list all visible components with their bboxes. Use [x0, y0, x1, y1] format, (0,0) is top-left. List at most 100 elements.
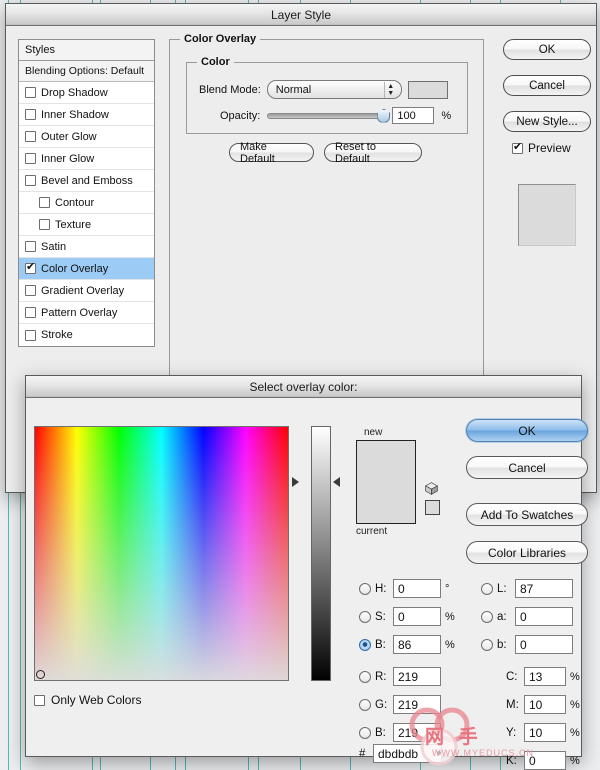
- blend-mode-select[interactable]: Normal ▲ ▼: [266, 80, 402, 99]
- value-l: 87: [520, 581, 534, 596]
- color-field-cursor[interactable]: [36, 670, 45, 679]
- color-field-row-h[interactable]: H: 0 °: [359, 579, 455, 598]
- radio-r[interactable]: [359, 670, 371, 683]
- radio-b[interactable]: [359, 726, 371, 739]
- style-row-texture[interactable]: Texture: [19, 214, 154, 236]
- unit-y: %: [570, 726, 580, 739]
- input-h[interactable]: 0: [393, 579, 441, 598]
- stepper-arrows-icon[interactable]: ▲ ▼: [383, 82, 397, 98]
- style-checkbox[interactable]: [25, 261, 36, 274]
- style-row-inner-glow[interactable]: Inner Glow: [19, 148, 154, 170]
- overlay-color-swatch[interactable]: [407, 80, 448, 99]
- style-row-satin[interactable]: Satin: [19, 236, 154, 258]
- style-row-bevel-and-emboss[interactable]: Bevel and Emboss: [19, 170, 154, 192]
- input-a[interactable]: 0: [515, 607, 573, 626]
- color-field-row-c[interactable]: C: 13%: [490, 667, 580, 686]
- make-default-button[interactable]: Make Default: [229, 141, 314, 165]
- style-checkbox[interactable]: [25, 307, 36, 318]
- style-checkbox[interactable]: [25, 109, 36, 120]
- radio-b[interactable]: [359, 638, 371, 651]
- color-legend: Color: [197, 56, 234, 68]
- layer-style-titlebar[interactable]: Layer Style: [6, 4, 596, 26]
- color-field-row-y[interactable]: Y: 10%: [490, 723, 580, 742]
- blend-mode-label: Blend Mode:: [199, 83, 261, 96]
- style-row-inner-shadow[interactable]: Inner Shadow: [19, 104, 154, 126]
- picker-ok-button[interactable]: OK: [466, 419, 588, 442]
- color-picker-titlebar[interactable]: Select overlay color:: [26, 376, 581, 398]
- opacity-slider[interactable]: [267, 108, 391, 123]
- label-s: S:: [375, 610, 386, 623]
- style-checkbox[interactable]: [25, 329, 36, 341]
- color-overlay-legend: Color Overlay: [180, 33, 261, 45]
- layer-style-ok-button[interactable]: OK: [503, 39, 591, 60]
- add-to-swatches-button[interactable]: Add To Swatches: [466, 503, 588, 526]
- unit-c: %: [570, 670, 580, 683]
- color-field[interactable]: [34, 426, 289, 681]
- style-row-gradient-overlay[interactable]: Gradient Overlay: [19, 280, 154, 302]
- radio-b[interactable]: [481, 638, 493, 651]
- radio-h[interactable]: [359, 582, 371, 595]
- style-row-color-overlay[interactable]: Color Overlay: [19, 258, 154, 280]
- blending-options-row[interactable]: Blending Options: Default: [19, 61, 154, 82]
- hex-prefix: #: [359, 747, 366, 760]
- style-checkbox[interactable]: [25, 241, 36, 252]
- radio-a[interactable]: [481, 610, 493, 623]
- input-r[interactable]: 219: [393, 667, 441, 686]
- style-row-pattern-overlay[interactable]: Pattern Overlay: [19, 302, 154, 324]
- style-row-stroke[interactable]: Stroke: [19, 324, 154, 346]
- radio-l[interactable]: [481, 582, 493, 595]
- style-row-label: Outer Glow: [41, 130, 97, 143]
- new-current-swatch[interactable]: [356, 440, 416, 524]
- style-row-drop-shadow[interactable]: Drop Shadow: [19, 82, 154, 104]
- picker-cancel-button[interactable]: Cancel: [466, 456, 588, 479]
- preview-checkbox-row[interactable]: Preview: [512, 141, 571, 155]
- color-libraries-button[interactable]: Color Libraries: [466, 541, 588, 564]
- style-row-outer-glow[interactable]: Outer Glow: [19, 126, 154, 148]
- radio-s[interactable]: [359, 610, 371, 623]
- radio-g[interactable]: [359, 698, 371, 711]
- color-field-row-m[interactable]: M: 10%: [490, 695, 580, 714]
- styles-list[interactable]: Styles Blending Options: Default Drop Sh…: [18, 39, 155, 347]
- input-b[interactable]: 86: [393, 635, 441, 654]
- input-y[interactable]: 10: [524, 723, 566, 742]
- input-g[interactable]: 219: [393, 695, 441, 714]
- layer-style-cancel-button[interactable]: Cancel: [503, 75, 591, 96]
- style-checkbox[interactable]: [39, 197, 50, 208]
- opacity-input[interactable]: 100: [392, 107, 435, 124]
- web-safe-swatch[interactable]: [425, 500, 440, 515]
- color-field-row-b[interactable]: b: 0: [481, 635, 587, 654]
- color-field-row-g[interactable]: G: 219: [359, 695, 455, 714]
- color-field-row-b[interactable]: B: 86%: [359, 635, 455, 654]
- input-m[interactable]: 10: [524, 695, 566, 714]
- blend-mode-value: Normal: [275, 83, 312, 96]
- input-b[interactable]: 0: [515, 635, 573, 654]
- label-b: B:: [375, 638, 386, 651]
- opacity-slider-thumb[interactable]: [377, 108, 391, 123]
- input-l[interactable]: 87: [515, 579, 573, 598]
- brightness-slider[interactable]: [311, 426, 331, 681]
- input-c[interactable]: 13: [524, 667, 566, 686]
- input-s[interactable]: 0: [393, 607, 441, 626]
- color-field-row-a[interactable]: a: 0: [481, 607, 587, 626]
- style-checkbox[interactable]: [25, 153, 36, 164]
- style-row-label: Pattern Overlay: [41, 306, 118, 319]
- color-picker-title: Select overlay color:: [249, 379, 358, 394]
- reset-to-default-button[interactable]: Reset to Default: [324, 141, 422, 165]
- new-style-button[interactable]: New Style...: [503, 111, 591, 132]
- style-checkbox[interactable]: [25, 87, 36, 98]
- style-checkbox[interactable]: [25, 175, 36, 186]
- style-checkbox[interactable]: [25, 131, 36, 142]
- color-field-row-l[interactable]: L: 87: [481, 579, 587, 598]
- color-field-row-s[interactable]: S: 0%: [359, 607, 455, 626]
- value-b: 0: [520, 637, 527, 652]
- color-field-row-r[interactable]: R: 219: [359, 667, 455, 686]
- style-row-contour[interactable]: Contour: [19, 192, 154, 214]
- style-row-label: Drop Shadow: [41, 86, 108, 99]
- value-m: 10: [529, 697, 543, 712]
- preview-checkbox[interactable]: [512, 141, 523, 154]
- style-checkbox[interactable]: [25, 285, 36, 296]
- style-checkbox[interactable]: [39, 219, 50, 230]
- only-web-colors-checkbox[interactable]: [34, 694, 45, 706]
- web-safe-cube-icon[interactable]: [425, 482, 438, 495]
- only-web-colors-row[interactable]: Only Web Colors: [34, 693, 141, 707]
